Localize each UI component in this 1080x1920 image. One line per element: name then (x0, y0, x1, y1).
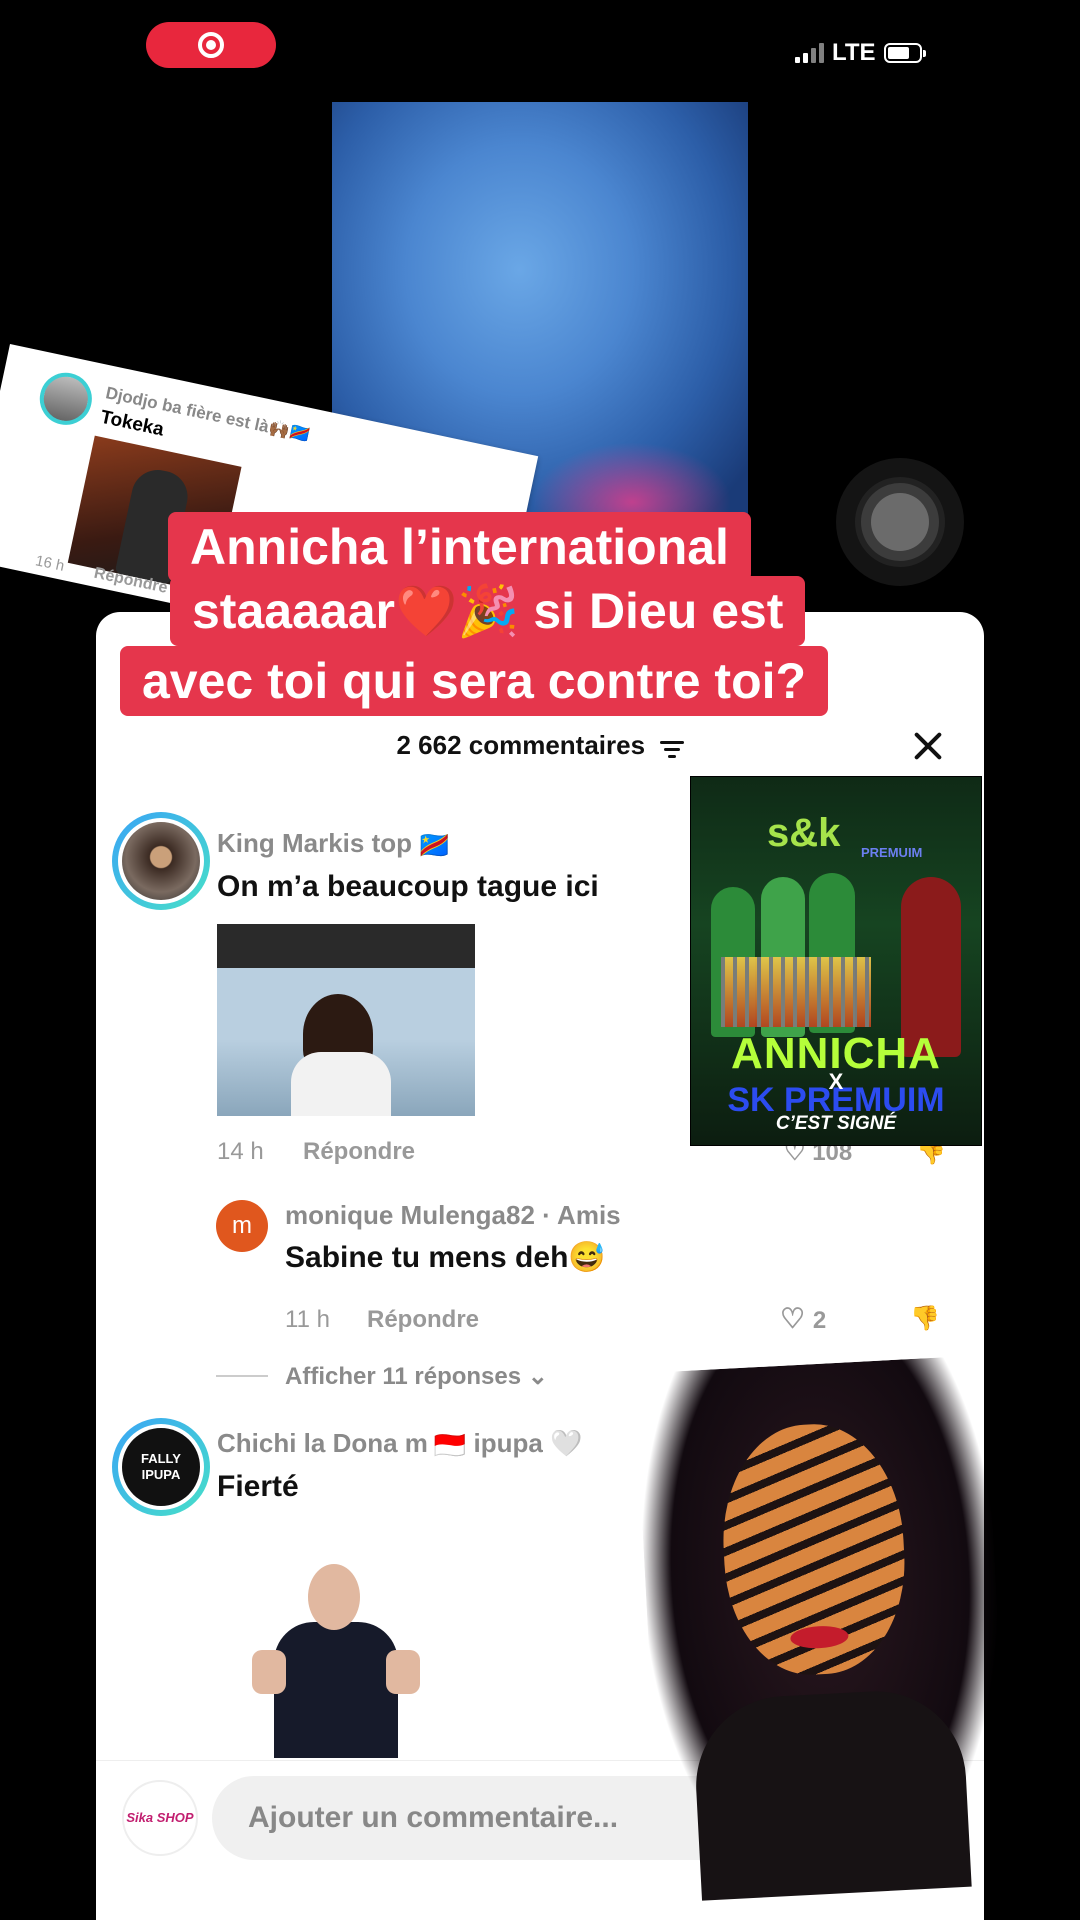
poster-tagline: C’EST SIGNÉ (775, 1113, 897, 1134)
flag-icon: 🇮🇩 (433, 1429, 467, 1460)
status-bar-right: LTE (795, 38, 926, 68)
brand-logo-sub: PREMUIM (861, 845, 923, 860)
network-label: LTE (832, 39, 876, 66)
comment-count: 2 662 commentaires (396, 730, 646, 760)
avatar[interactable] (112, 812, 210, 910)
dislike-icon[interactable]: 👎 (910, 1304, 940, 1333)
record-icon (198, 32, 224, 58)
brand-logo: s&k (767, 811, 841, 855)
poster-x: X (828, 1069, 844, 1094)
avatar[interactable]: m (216, 1200, 268, 1252)
screen-record-indicator[interactable] (146, 22, 276, 68)
comment-text: Fierté (217, 1470, 299, 1503)
assistive-touch-button[interactable] (836, 458, 964, 586)
promo-poster: s&k PREMUIM ANNICHA X SK PREMUIM C’EST S… (690, 776, 982, 1146)
reply-button[interactable]: Répondre (303, 1138, 415, 1166)
show-replies-button[interactable]: Afficher 11 réponses ⌄ (285, 1362, 548, 1391)
battery-icon (883, 43, 926, 63)
tiger-makeup-sticker (634, 1355, 1012, 1903)
comment-text: Sabine tu mens deh😅 (285, 1241, 606, 1274)
flag-icon: 🇨🇩 (418, 829, 451, 860)
thumbs-up-sticker (246, 1558, 426, 1758)
signal-icon (795, 43, 824, 63)
comments-header: 2 662 commentaires (96, 730, 984, 762)
comment-username[interactable]: King Markis top 🇨🇩 (217, 828, 450, 861)
sort-icon[interactable] (659, 737, 684, 762)
comment-time: 16 h (33, 552, 66, 575)
heart-icon: ♡ (780, 1303, 806, 1334)
comment-text: On m’a beaucoup tague ici (217, 870, 599, 903)
divider (216, 1375, 268, 1377)
comment-time: 11 h (285, 1306, 330, 1333)
caption-line: avec toi qui sera contre toi? (120, 646, 829, 716)
caption-line: Annicha l’international (168, 512, 751, 582)
caption-line: staaaaar❤️🎉 si Dieu est (170, 576, 806, 646)
comment-time: 14 h (217, 1138, 264, 1165)
comment-gif-image[interactable] (217, 924, 475, 1116)
chevron-down-icon: ⌄ (527, 1363, 548, 1390)
close-icon[interactable] (910, 728, 946, 764)
comment-username[interactable]: Chichi la Dona m 🇮🇩 ipupa 🤍 (217, 1428, 582, 1461)
comment-username[interactable]: monique Mulenga82 · Amis (285, 1200, 621, 1231)
like-count[interactable]: ♡ 2 (780, 1302, 826, 1335)
avatar[interactable]: FALLY IPUPA (112, 1418, 210, 1516)
reply-button[interactable]: Répondre (367, 1306, 479, 1334)
shopping-cart-image (721, 957, 871, 1027)
avatar (34, 367, 97, 430)
user-avatar[interactable]: Sika SHOP (122, 1780, 198, 1856)
